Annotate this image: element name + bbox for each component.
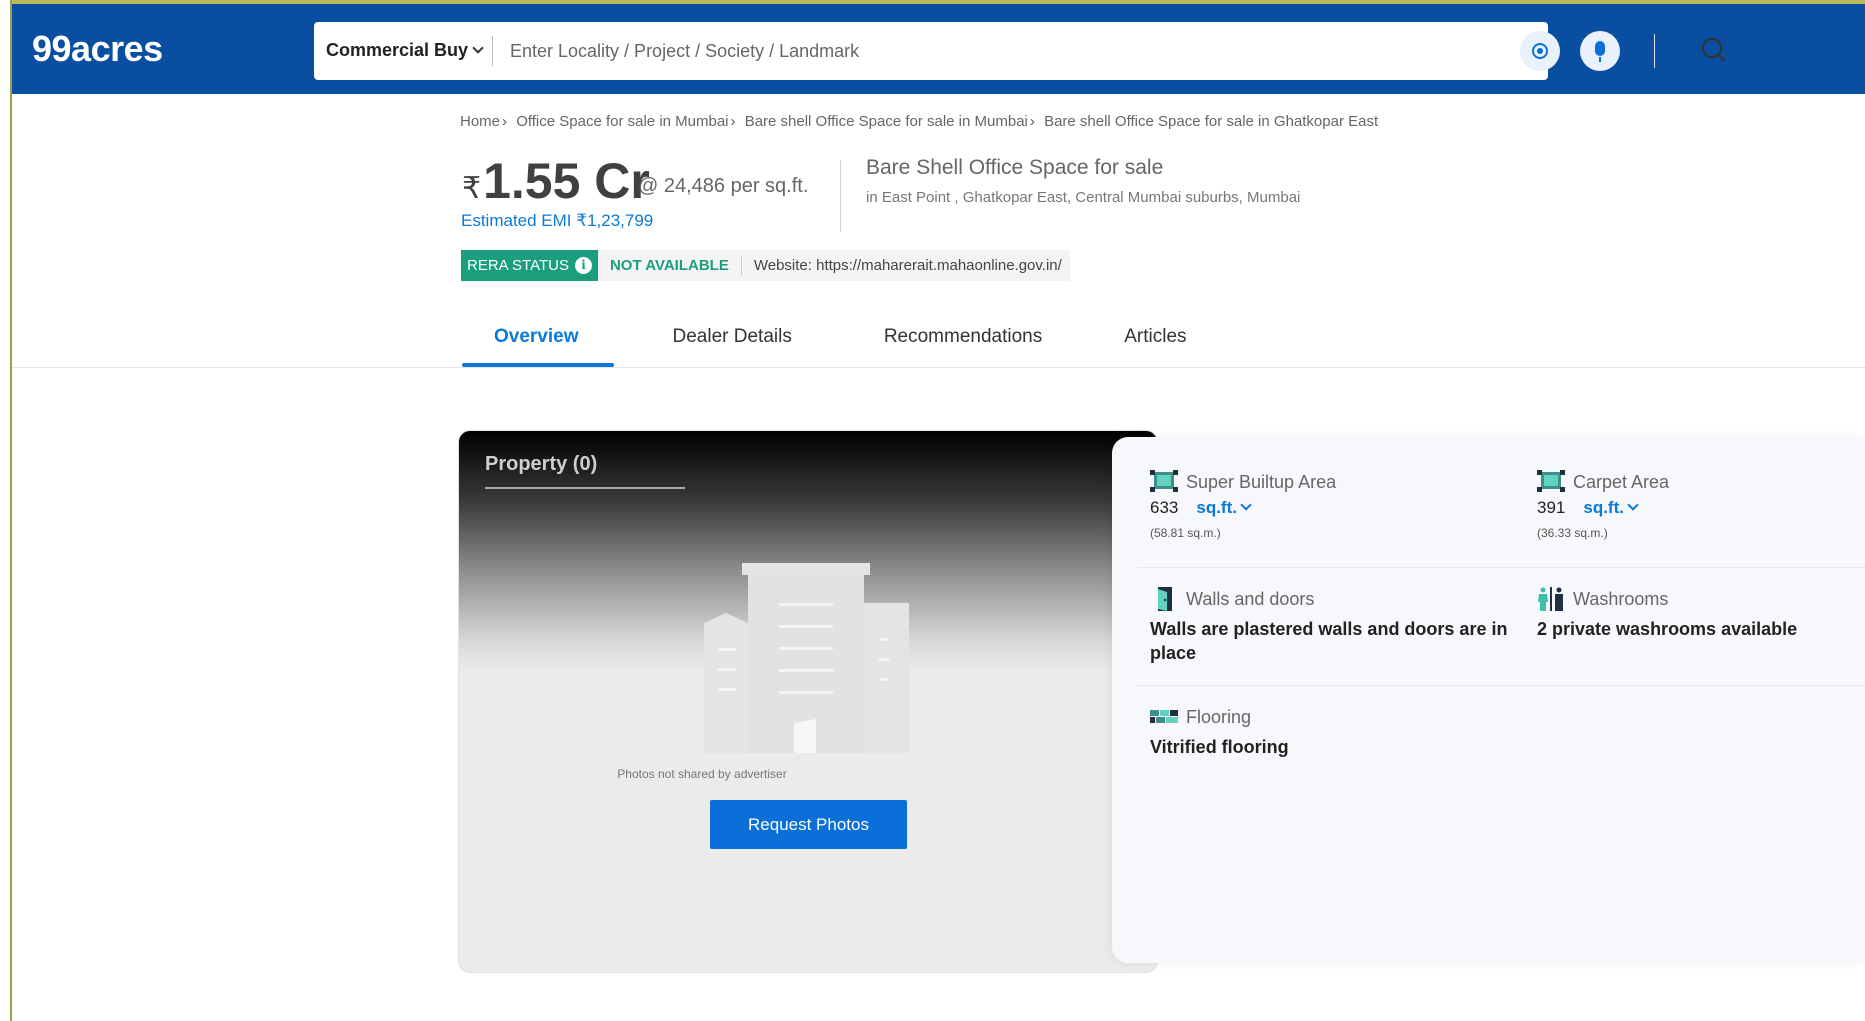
rera-status-badge: RERA STATUS i (461, 250, 598, 281)
chevron-down-icon (472, 42, 484, 54)
divider (12, 367, 1865, 368)
section-tabs: Overview Dealer Details Recommendations … (462, 318, 1187, 368)
walls-doors-value: Walls are plastered walls and doors are … (1150, 619, 1508, 663)
building-placeholder-icon (704, 563, 909, 753)
price-per-sqft: @ 24,486 per sq.ft. (638, 175, 809, 197)
property-title: Bare Shell Office Space for sale (866, 156, 1164, 179)
photo-count-title[interactable]: Property (0) (485, 453, 597, 476)
estimated-emi-link[interactable]: Estimated EMI ₹1,23,799 (461, 211, 653, 231)
super-builtup-unit-dropdown[interactable]: sq.ft. (1196, 498, 1252, 517)
divider (1654, 34, 1655, 68)
photo-title-underline (485, 487, 685, 489)
site-logo[interactable]: 99acres (32, 28, 163, 70)
chevron-down-icon (1627, 499, 1639, 511)
breadcrumb-home[interactable]: Home (460, 113, 500, 130)
rera-status-label: RERA STATUS (467, 257, 569, 274)
rupee-symbol: ₹ (462, 172, 482, 205)
walls-doors-label: Walls and doors (1186, 588, 1315, 609)
rera-website: Website: https://maharerait.mahaonline.g… (753, 257, 1062, 274)
divider (492, 36, 493, 66)
rera-status-value: NOT AVAILABLE (598, 255, 742, 276)
tab-recommendations[interactable]: Recommendations (884, 318, 1042, 368)
washrooms: Washrooms 2 private washrooms available (1537, 587, 1857, 641)
rera-bar: RERA STATUS i NOT AVAILABLE Website: htt… (461, 250, 1070, 281)
window-left-border (10, 0, 12, 1021)
price-value: 1.55 Cr (483, 153, 650, 209)
photo-gallery-card: Property (0) Photos not shared by advert… (458, 430, 1158, 973)
unit-label: sq.ft. (1583, 498, 1624, 517)
breadcrumb-separator: › (730, 113, 736, 130)
property-price: ₹1.55 Cr (462, 152, 650, 210)
flooring-value: Vitrified flooring (1150, 737, 1289, 757)
info-icon[interactable]: i (574, 257, 592, 274)
breadcrumb-separator: › (502, 113, 508, 130)
breadcrumb-bare-shell-mumbai[interactable]: Bare shell Office Space for sale in Mumb… (745, 113, 1028, 130)
door-icon (1158, 587, 1172, 611)
washroom-icon (1538, 587, 1563, 611)
tab-dealer-details[interactable]: Dealer Details (673, 318, 792, 368)
search-input[interactable] (510, 30, 1310, 72)
locate-me-icon[interactable] (1520, 31, 1560, 71)
search-type-label: Commercial Buy (326, 40, 469, 60)
area-icon (1537, 470, 1565, 492)
request-photos-button[interactable]: Request Photos (710, 800, 907, 849)
search-bar: Commercial Buy (314, 22, 1726, 80)
washrooms-label: Washrooms (1573, 588, 1669, 609)
search-button[interactable] (1694, 32, 1734, 70)
super-builtup-area: Super Builtup Area 633 sq.ft. (58.81 sq.m… (1150, 470, 1336, 540)
breadcrumb: Home › Office Space for sale in Mumbai › B… (460, 113, 1378, 130)
breadcrumb-separator: › (1029, 113, 1035, 130)
divider (1137, 567, 1865, 568)
microphone-icon[interactable] (1580, 31, 1620, 71)
tab-articles[interactable]: Articles (1124, 318, 1186, 368)
carpet-area-label: Carpet Area (1573, 471, 1670, 492)
site-header: 99acres Commercial Buy (12, 4, 1865, 94)
unit-label: sq.ft. (1196, 498, 1237, 517)
super-builtup-value: 633 (1150, 498, 1179, 517)
breadcrumb-bare-shell-ghatkopar[interactable]: Bare shell Office Space for sale in Ghat… (1044, 113, 1378, 130)
photos-not-shared-note: Photos not shared by advertiser (617, 767, 787, 781)
breadcrumb-office-mumbai[interactable]: Office Space for sale in Mumbai (516, 113, 728, 130)
super-builtup-label: Super Builtup Area (1186, 471, 1337, 492)
divider (1137, 685, 1865, 686)
chevron-down-icon (1240, 499, 1252, 511)
flooring-label: Flooring (1186, 706, 1252, 727)
carpet-area-unit-dropdown[interactable]: sq.ft. (1583, 498, 1639, 517)
carpet-area-value: 391 (1537, 498, 1566, 517)
carpet-area: Carpet Area 391 sq.ft. (36.33 sq.m.) (1537, 470, 1669, 540)
washrooms-value: 2 private washrooms available (1537, 619, 1798, 639)
property-details-card: Super Builtup Area 633 sq.ft. (58.81 sq.m… (1112, 437, 1865, 963)
tab-overview[interactable]: Overview (494, 318, 579, 368)
search-icon (1701, 37, 1726, 62)
search-type-dropdown[interactable]: Commercial Buy (326, 40, 484, 61)
flooring-icon (1150, 710, 1178, 723)
walls-and-doors: Walls and doors Walls are plastered wall… (1150, 587, 1530, 665)
carpet-area-sqm: (36.33 sq.m.) (1537, 526, 1608, 540)
flooring: Flooring Vitrified flooring (1150, 705, 1289, 759)
property-location: in East Point , Ghatkopar East, Central … (866, 189, 1301, 206)
divider (840, 160, 841, 232)
area-icon (1150, 470, 1178, 492)
super-builtup-sqm: (58.81 sq.m.) (1150, 526, 1221, 540)
